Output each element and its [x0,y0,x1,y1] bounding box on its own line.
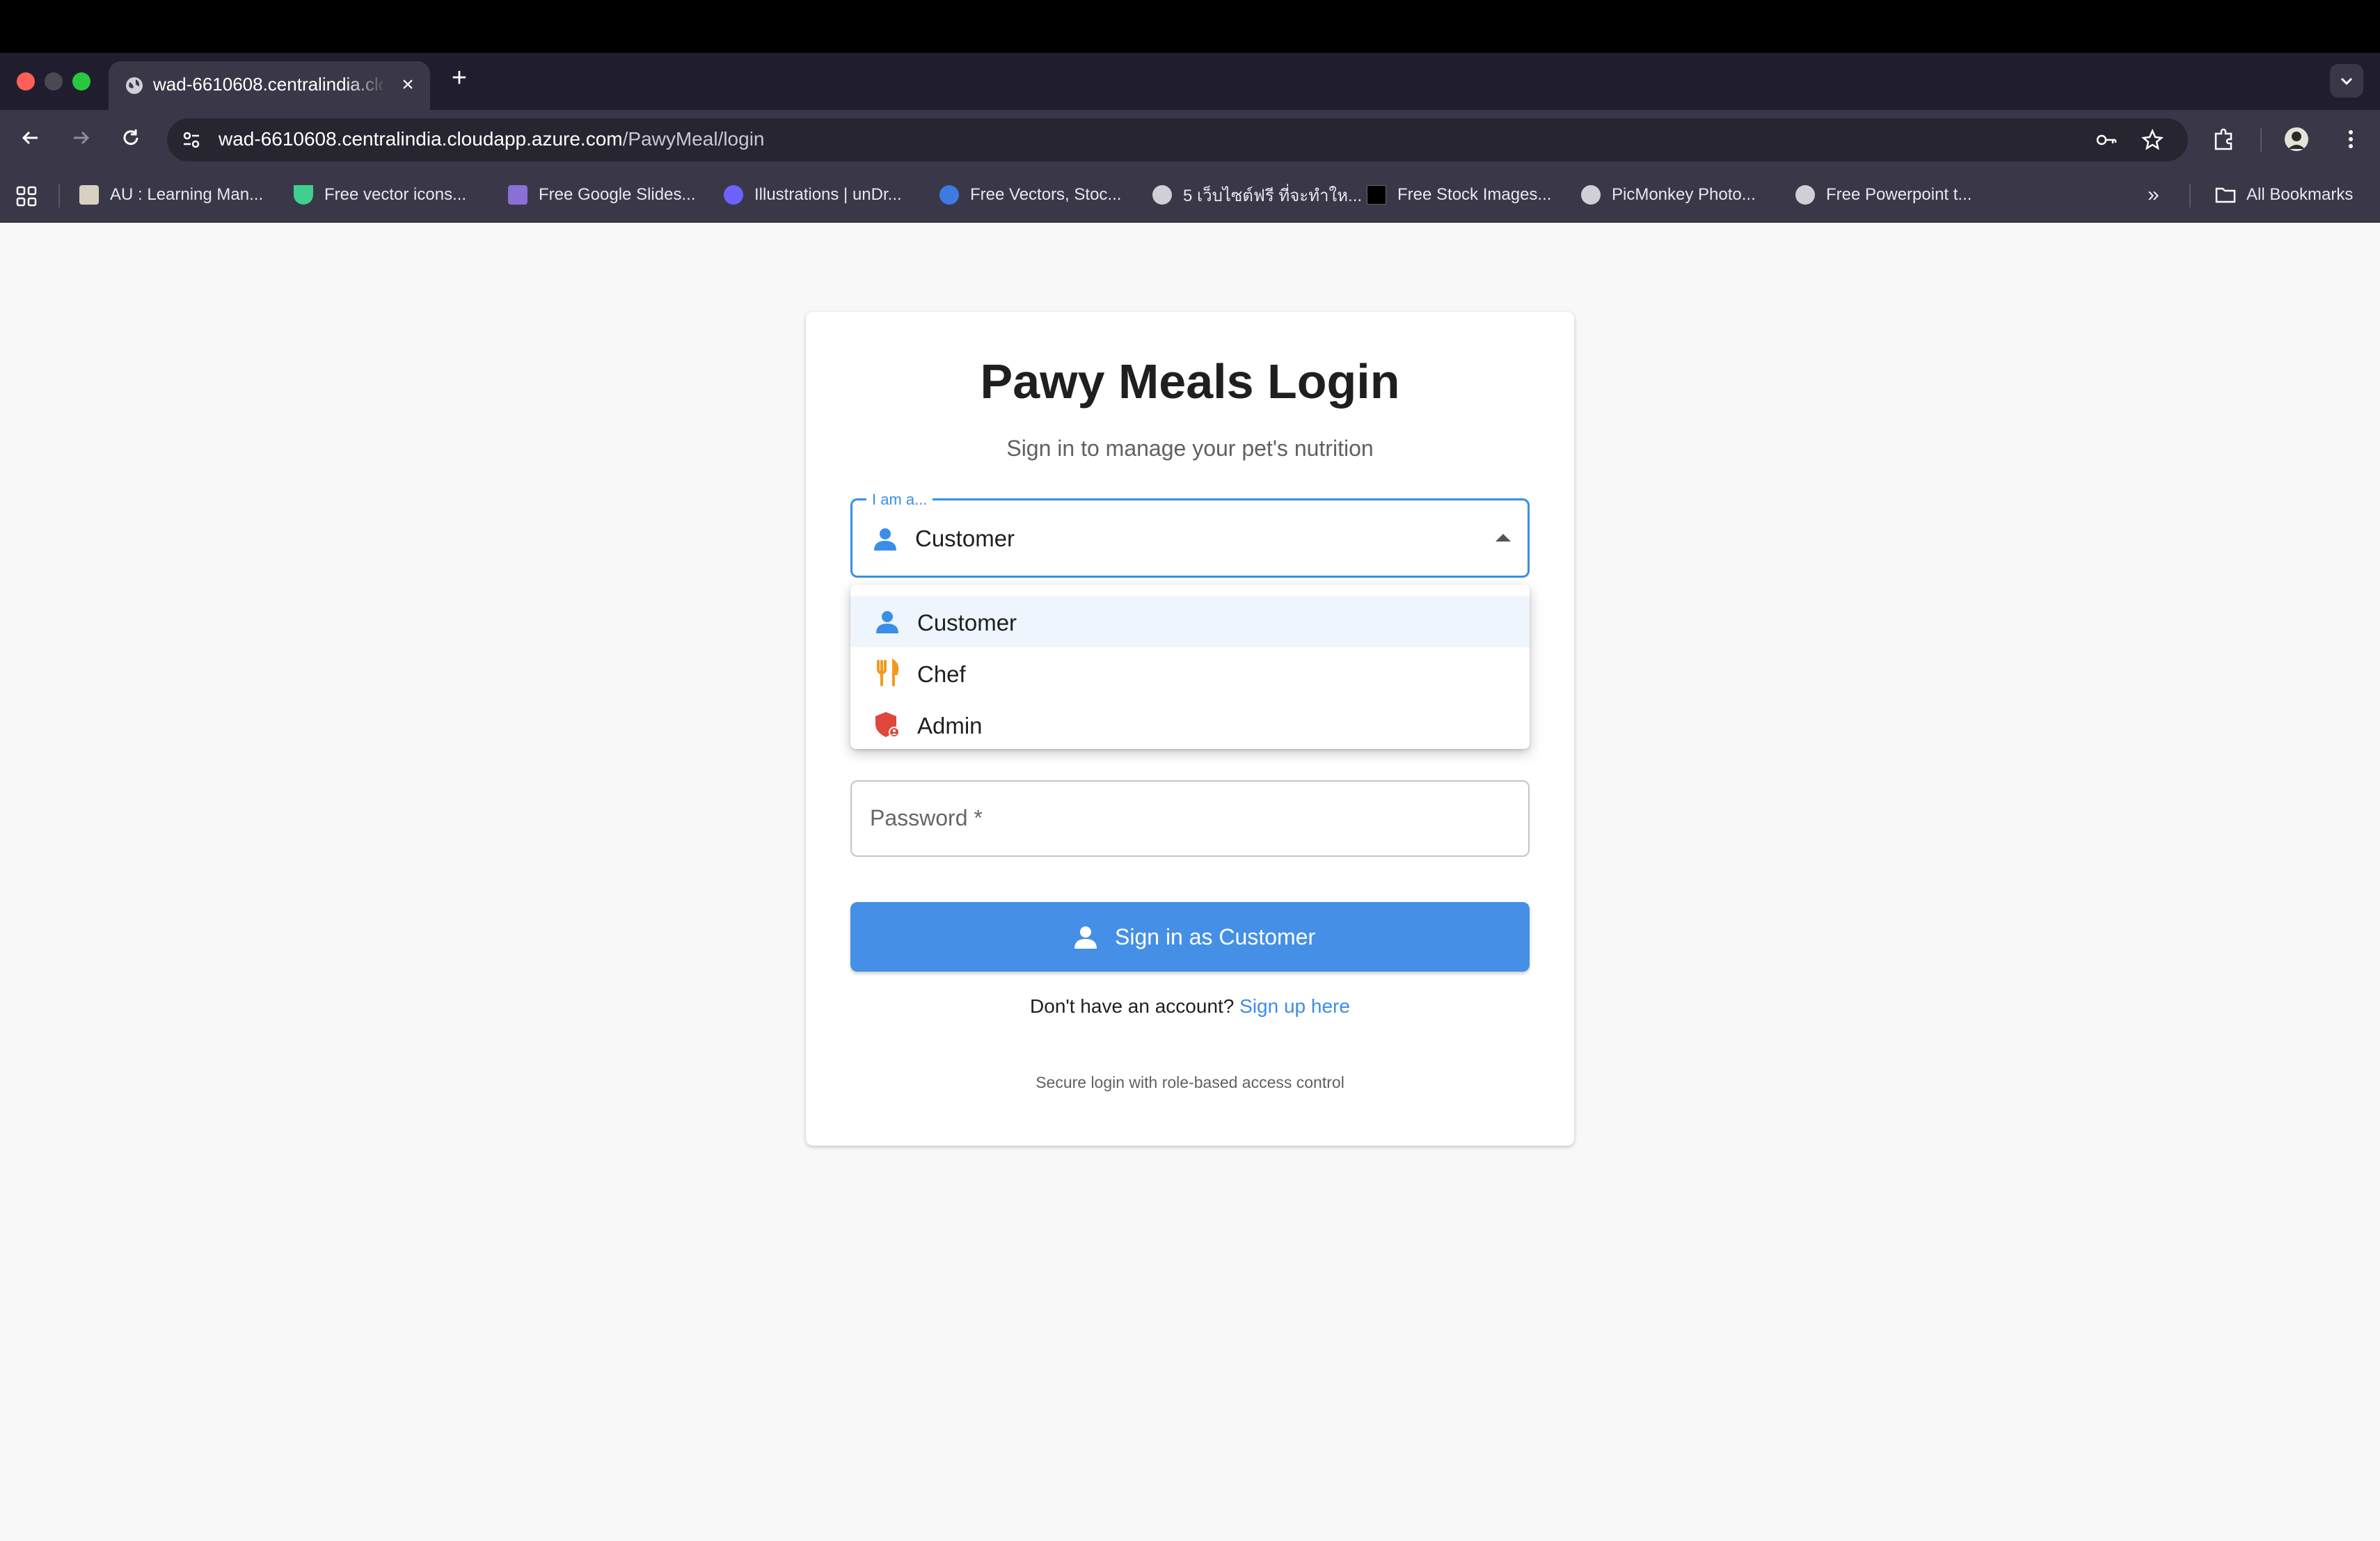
bookmark-label: Illustrations | unDr... [754,185,902,204]
bookmark-label: AU : Learning Man... [110,185,264,204]
page-subtitle: Sign in to manage your pet's nutrition [1006,436,1374,461]
bookmark-item[interactable]: Free Vectors, Stoc... [939,184,1121,206]
tab-search-button[interactable] [2330,64,2363,97]
url-text[interactable]: wad-6610608.centralindia.cloudapp.azure.… [219,128,764,150]
browser-tab[interactable]: wad-6610608.centralindia.cloudapp.azure.… [109,61,430,110]
tab-close-icon[interactable]: × [394,71,422,99]
bookmark-item[interactable]: Free vector icons... [294,184,466,206]
role-select-value: Customer [915,525,1015,551]
minimize-window-button[interactable] [45,72,63,90]
url-path: /PawyMeal/login [622,128,765,150]
caret-up-icon [1496,534,1511,542]
role-option-chef[interactable]: Chef [850,647,1530,699]
login-card: Pawy Meals Login Sign in to manage your … [806,312,1574,1146]
password-field[interactable]: Password * [850,780,1530,857]
security-note: Secure login with role-based access cont… [1036,1073,1344,1091]
kebab-menu-icon[interactable] [2337,125,2365,153]
undraw-favicon-icon [724,185,743,205]
person-icon [874,528,896,551]
page-title: Pawy Meals Login [980,354,1400,409]
au-favicon-icon [79,185,99,205]
bookmark-label: 5 เว็บไซต์ฟรี ที่จะทำให... [1183,186,1363,205]
slides-favicon-icon [508,185,527,205]
bookmark-label: Free Stock Images... [1397,185,1552,204]
menu-bar-area [0,0,2380,53]
role-option-label: Customer [917,610,1017,635]
vecteezy-favicon-icon [939,185,959,205]
bookmark-label: PicMonkey Photo... [1612,185,1756,204]
new-tab-button[interactable]: + [445,64,473,92]
bookmark-item[interactable]: Free Google Slides... [508,184,695,206]
bookmark-label: Free Google Slides... [539,185,696,204]
more-bookmarks-icon[interactable]: » [2148,183,2159,206]
close-window-button[interactable] [17,72,35,90]
globe-favicon-icon [1152,185,1172,205]
profile-avatar-icon[interactable] [2283,125,2310,153]
sign-in-label: Sign in as Customer [1115,924,1316,949]
maximize-window-button[interactable] [72,72,90,90]
url-host: wad-6610608.centralindia.cloudapp.azure.… [219,128,623,150]
role-option-label: Admin [917,713,983,738]
globe-favicon-icon [1581,185,1601,205]
bookmark-item[interactable]: Free Powerpoint t... [1795,184,1972,206]
bookmark-item[interactable]: 5 เว็บไซต์ฟรี ที่จะทำให... [1152,184,1362,206]
bookmark-item[interactable]: Illustrations | unDr... [724,184,902,206]
back-icon[interactable] [17,124,45,152]
stock-favicon-icon [1367,185,1386,205]
vector-favicon-icon [294,185,313,205]
folder-icon [2215,187,2236,203]
site-settings-icon[interactable] [180,128,203,152]
person-icon [1074,926,1097,949]
role-option-label: Chef [917,661,966,687]
password-label: Password * [870,805,983,830]
bookmark-label: Free Vectors, Stoc... [970,185,1122,204]
role-option-admin[interactable]: Admin [850,699,1530,750]
admin-shield-icon [875,712,900,738]
bookmark-item[interactable]: AU : Learning Man... [79,184,263,206]
globe-icon [126,77,143,94]
bookmark-label: Free Powerpoint t... [1826,185,1972,204]
bookmark-item[interactable]: Free Stock Images... [1367,184,1551,206]
bookmark-label: Free vector icons... [324,185,467,204]
person-icon [876,611,898,633]
extensions-icon[interactable] [2210,125,2238,153]
forward-icon[interactable] [67,124,95,152]
apps-grid-icon[interactable] [15,185,38,207]
globe-favicon-icon [1795,185,1815,205]
fork-knife-icon [877,658,899,686]
tab-title-fade [345,68,387,103]
signup-prompt: Don't have an account? Sign up here [806,995,1574,1018]
bookmark-star-icon[interactable] [2141,128,2164,152]
bookmarks-divider [58,184,60,207]
chevron-down-icon [2340,77,2353,86]
sign-in-button[interactable]: Sign in as Customer [850,902,1530,972]
bookmarks-divider [2189,184,2191,207]
all-bookmarks-label: All Bookmarks [2246,185,2354,204]
role-select[interactable]: I am a... Customer [850,491,1530,578]
signup-prompt-text: Don't have an account? [1030,995,1235,1017]
role-select-label: I am a... [866,491,933,509]
all-bookmarks-button[interactable]: All Bookmarks [2214,184,2353,206]
role-option-customer[interactable]: Customer [850,596,1530,647]
address-bar[interactable]: wad-6610608.centralindia.cloudapp.azure.… [167,118,2188,161]
toolbar-divider [2260,128,2262,152]
role-dropdown-menu: Customer Chef Admin [850,585,1530,749]
reload-icon[interactable] [117,124,145,152]
password-key-icon[interactable] [2095,128,2118,152]
signup-link[interactable]: Sign up here [1239,995,1350,1017]
bookmark-item[interactable]: PicMonkey Photo... [1581,184,1756,206]
